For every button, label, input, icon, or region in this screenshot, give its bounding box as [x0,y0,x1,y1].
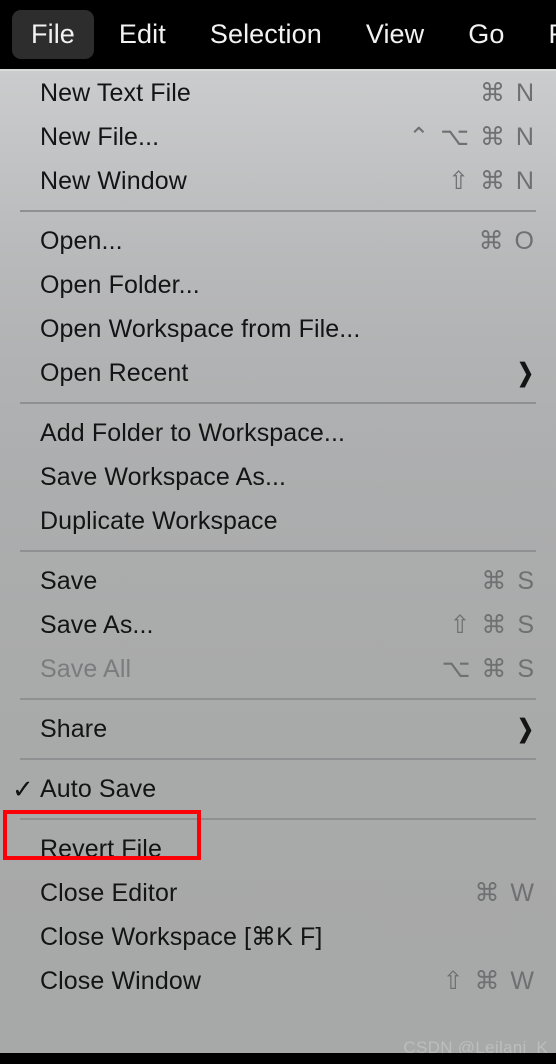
menu-item-label: Close Window [40,966,201,995]
chevron-right-icon: ❯ [517,358,534,387]
menu-item-revert-file[interactable]: Revert File [0,827,556,871]
menu-item-shortcut: ⌘ W [474,879,536,907]
menu-item-close-window[interactable]: Close Window ⇧ ⌘ W [0,959,556,1003]
menu-item-shortcut: ⇧ ⌘ W [442,967,536,995]
menu-item-save[interactable]: Save ⌘ S [0,559,556,603]
menu-item-label: Close Workspace [⌘K F] [40,923,323,951]
menubar-item-r[interactable]: R [529,10,556,59]
menu-item-label: Duplicate Workspace [40,506,278,535]
chevron-right-icon: ❯ [517,714,534,743]
menu-item-label: Open Recent [40,358,189,387]
menu-item-save-as[interactable]: Save As... ⇧ ⌘ S [0,603,556,647]
menu-item-shortcut: ⌥ ⌘ S [441,655,536,683]
menu-item-label: New Text File [40,78,191,107]
menu-item-open-workspace-from-file[interactable]: Open Workspace from File... [0,307,556,351]
menu-item-add-folder-to-workspace[interactable]: Add Folder to Workspace... [0,411,556,455]
menu-item-shortcut: ⇧ ⌘ N [448,167,536,195]
menu-item-open-recent[interactable]: Open Recent ❯ [0,351,556,395]
menu-separator [20,698,536,700]
menu-item-save-all: Save All ⌥ ⌘ S [0,647,556,691]
menubar-item-edit[interactable]: Edit [100,10,185,59]
menu-separator [20,210,536,212]
menu-item-label: Open Workspace from File... [40,314,361,343]
menu-separator [20,402,536,404]
menu-item-label: Save All [40,654,132,683]
menu-separator [20,818,536,820]
menu-item-share[interactable]: Share ❯ [0,707,556,751]
menu-separator [20,550,536,552]
menu-item-new-file[interactable]: New File... ⌃ ⌥ ⌘ N [0,115,556,159]
menu-item-label: Open... [40,226,123,255]
menu-item-label: Save [40,566,98,595]
menu-item-label: New Window [40,166,187,195]
menu-item-label: Add Folder to Workspace... [40,418,346,447]
menu-item-new-window[interactable]: New Window ⇧ ⌘ N [0,159,556,203]
menu-item-label: Open Folder... [40,270,200,299]
menu-item-label: Save As... [40,610,154,639]
menubar-item-go[interactable]: Go [449,10,523,59]
menu-bar: FileEditSelectionViewGoR [0,0,556,69]
menu-item-label: Revert File [40,834,162,863]
menu-item-shortcut: ⌘ O [478,227,536,255]
menu-item-shortcut: ⌃ ⌥ ⌘ N [408,123,536,151]
menu-item-shortcut: ⇧ ⌘ S [449,611,536,639]
menubar-item-view[interactable]: View [347,10,443,59]
bottom-strip [0,1053,556,1064]
menu-item-duplicate-workspace[interactable]: Duplicate Workspace [0,499,556,543]
vscode-file-menu-screenshot: FileEditSelectionViewGoR New Text File ⌘ … [0,0,556,1064]
menu-item-save-workspace-as[interactable]: Save Workspace As... [0,455,556,499]
file-menu-dropdown: New Text File ⌘ N New File... ⌃ ⌥ ⌘ N New Wi… [0,71,556,1053]
menu-item-label: Save Workspace As... [40,462,287,491]
menu-item-close-editor[interactable]: Close Editor ⌘ W [0,871,556,915]
menu-item-new-text-file[interactable]: New Text File ⌘ N [0,71,556,115]
menu-item-close-workspace-k-f[interactable]: Close Workspace [⌘K F] [0,915,556,959]
menubar-item-file[interactable]: File [12,10,94,59]
menu-item-open-folder[interactable]: Open Folder... [0,263,556,307]
menu-item-label: Share [40,714,108,743]
menu-separator [20,758,536,760]
menu-item-label: Close Editor [40,878,178,907]
check-icon: ✓ [12,774,34,804]
menu-item-auto-save[interactable]: ✓ Auto Save [0,767,556,811]
menu-item-label: New File... [40,122,160,151]
menu-item-shortcut: ⌘ N [480,79,536,107]
menu-item-label: Auto Save [40,774,157,803]
menubar-item-selection[interactable]: Selection [191,10,341,59]
menu-item-open[interactable]: Open... ⌘ O [0,219,556,263]
menu-item-shortcut: ⌘ S [481,567,536,595]
